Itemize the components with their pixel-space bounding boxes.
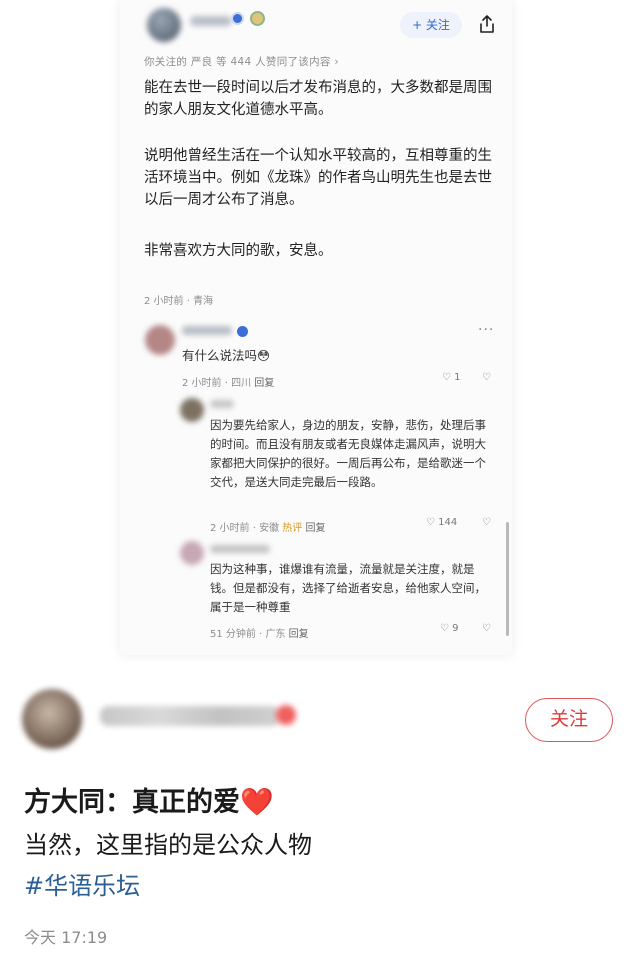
hashtag-link[interactable]: #华语乐坛 [24,866,140,901]
reply-meta: 2 小时前 · 安徽 热评 回复 [210,519,325,534]
answer-paragraph-3: 非常喜欢方大同的歌，安息。 [144,243,333,259]
post-title: 方大同：真正的爱❤️ [24,787,274,818]
dislike-button[interactable]: ♡ [482,517,491,528]
reply-text: 因为要先给家人，身边的朋友，安静，悲伤，处理后事的时间。而且没有朋友或者无良媒体… [210,418,486,489]
heart-icon: ♡ [426,517,435,528]
poster-name-blurred[interactable] [100,706,280,726]
like-button[interactable]: ♡ 9 [440,623,459,634]
verified-badge-icon [231,12,244,25]
commenter-avatar[interactable] [145,325,175,355]
reply-button[interactable]: 回复 [289,629,309,640]
like-button[interactable]: ♡ 1 [442,372,461,383]
scrollbar[interactable] [506,522,509,636]
reply-name-blurred[interactable] [210,545,270,553]
poster-name-emoji-icon [276,705,296,725]
dislike-button[interactable]: ♡ [482,623,491,634]
reply-time-location: 2 小时前 · 安徽 [210,523,280,534]
answer-paragraph-2: 说明他曾经生活在一个认知水平较高的，互相尊重的生活环境当中。例如《龙珠》的作者鸟… [144,148,492,208]
like-count: 9 [452,623,459,634]
heart-icon: ♡ [440,623,449,634]
follow-author-button[interactable]: + 关注 [400,12,462,38]
author-avatar[interactable] [147,8,181,42]
more-options-icon[interactable]: ··· [478,322,494,338]
reply-button[interactable]: 回复 [254,378,274,389]
dislike-button[interactable]: ♡ [482,372,491,383]
reply-avatar[interactable] [180,541,204,565]
commenter-name-blurred[interactable] [182,326,232,335]
answer-paragraph-1: 能在去世一段时间以后才发布消息的，大多数都是周围的家人朋友文化道德水平高。 [144,80,492,118]
like-count: 144 [438,517,458,528]
dislike-icon: ♡ [482,372,491,383]
dislike-icon: ♡ [482,517,491,528]
post-timestamp: 今天 17:19 [24,928,108,947]
reply-time-location: 51 分钟前 · 广东 [210,629,286,640]
share-icon[interactable] [478,14,496,34]
medal-badge-icon [250,11,265,26]
answer-meta: 2 小时前 · 青海 [144,296,214,307]
dislike-icon: ♡ [482,623,491,634]
hot-comment-badge: 热评 [282,523,303,534]
followed-users-liked-text[interactable]: 你关注的 严良 等 444 人赞同了该内容 › [144,54,339,69]
reply-name-blurred[interactable] [210,400,234,408]
comment-meta: 2 小时前 · 四川 回复 [182,374,274,389]
poster-avatar[interactable] [22,689,82,749]
heart-icon: ♡ [442,372,451,383]
reply-button[interactable]: 回复 [305,523,325,534]
reply-meta: 51 分钟前 · 广东 回复 [210,625,309,640]
comment-text: 有什么说法吗😳 [182,348,271,363]
post-body: 当然，这里指的是公众人物 [24,831,312,859]
like-count: 1 [454,372,461,383]
follow-button[interactable]: 关注 [525,698,613,742]
reply-text: 因为这种事，谁爆谁有流量，流量就是关注度，就是钱。但是都没有，选择了给逝者安息，… [210,562,486,614]
comment-time-location: 2 小时前 · 四川 [182,378,252,389]
reply-avatar[interactable] [180,398,204,422]
commenter-badge-icon [237,326,248,337]
author-name-blurred[interactable] [190,16,232,26]
like-button[interactable]: ♡ 144 [426,517,457,528]
embedded-answer-card: + 关注 你关注的 严良 等 444 人赞同了该内容 › 能在去世一段时间以后才… [120,0,512,655]
